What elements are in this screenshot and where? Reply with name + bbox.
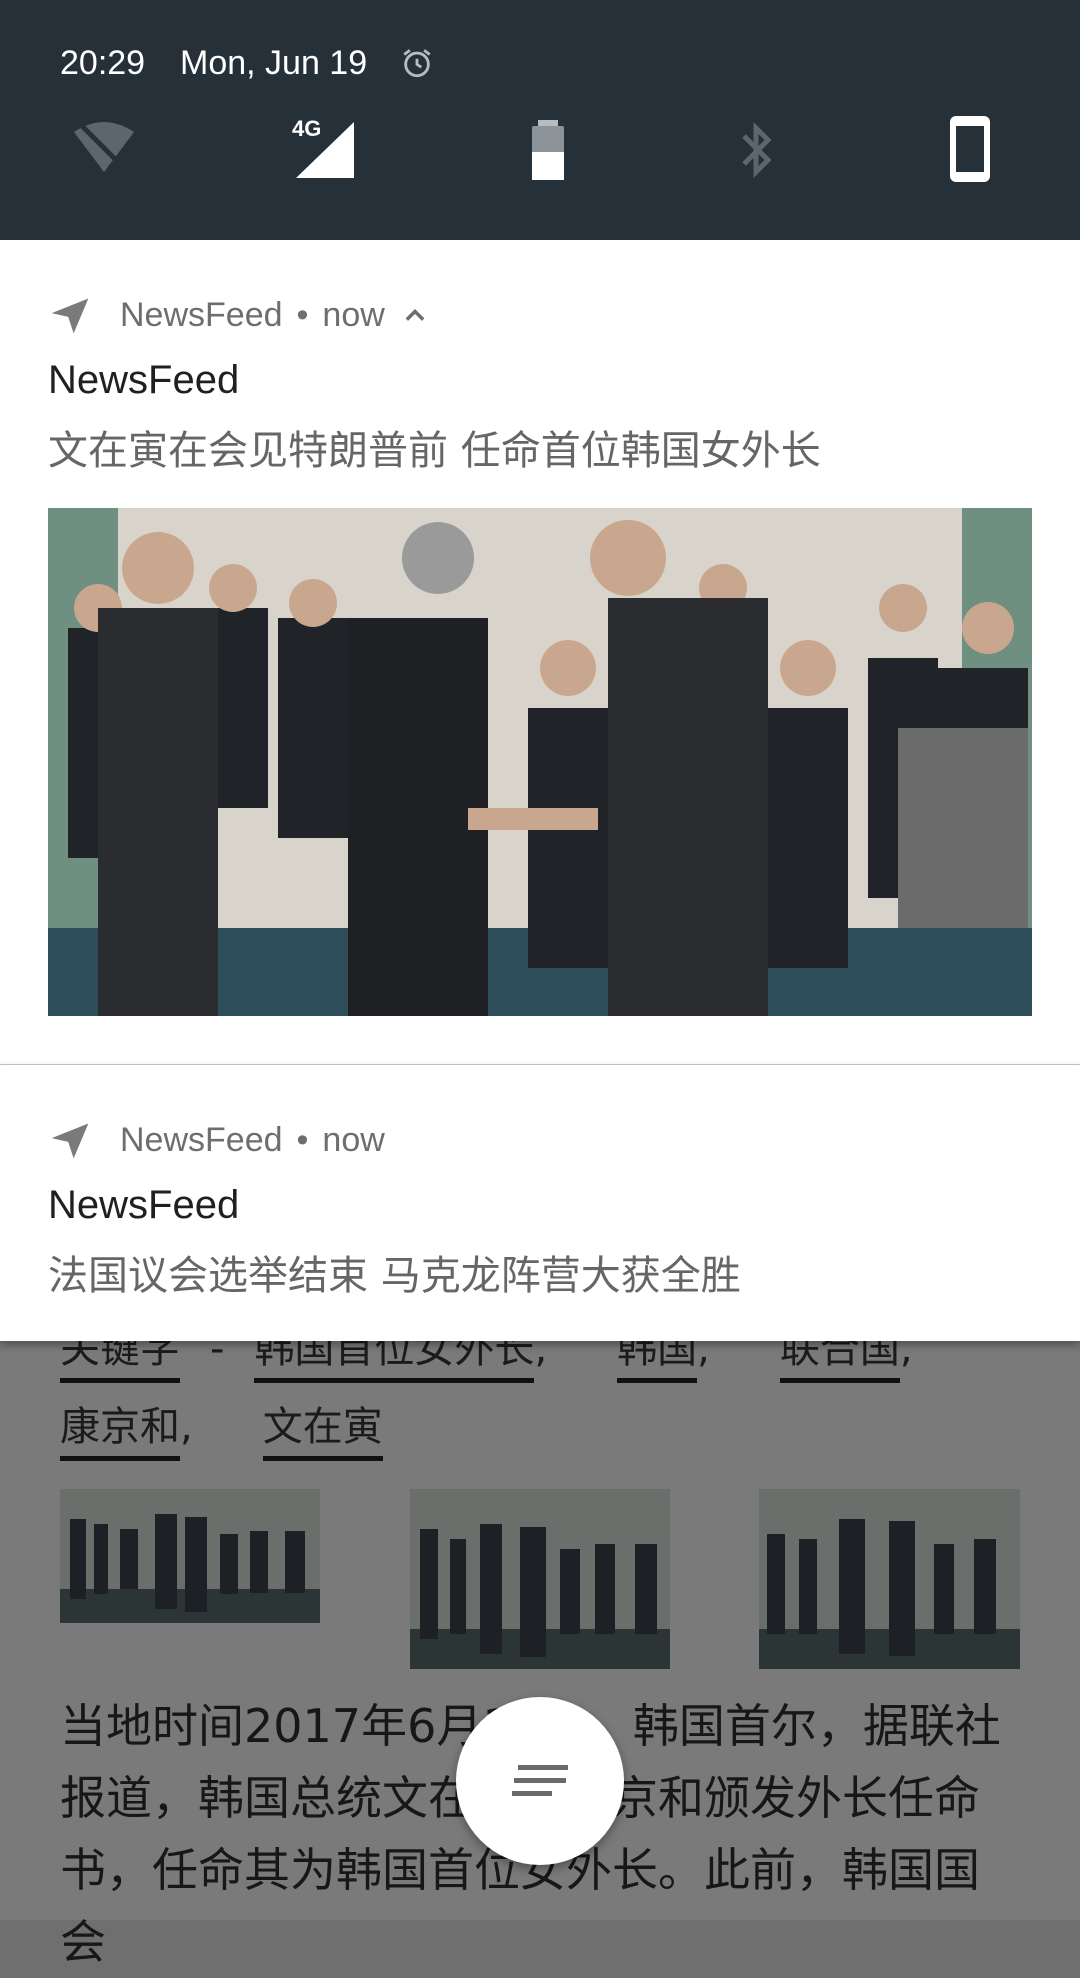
battery-icon[interactable] [516, 118, 580, 182]
notification-text: 法国议会选举结束 马克龙阵营大获全胜 [48, 1253, 741, 1299]
quick-settings-header: 20:29 Mon, Jun 19 4G [0, 0, 1080, 240]
clock: 20:29 [60, 44, 146, 82]
wifi-off-icon[interactable] [72, 118, 136, 182]
notification-app-name: NewsFeed [120, 1120, 283, 1159]
network-type-label: 4G [292, 116, 321, 141]
separator-dot: • [296, 1120, 309, 1159]
date[interactable]: Mon, Jun 19 [180, 44, 367, 83]
notification-picture [48, 508, 1032, 1016]
phone-rotate-icon[interactable] [940, 114, 1000, 184]
photo-placeholder [60, 1489, 320, 1623]
notification-time: now [322, 1120, 385, 1159]
notification-time: now [322, 295, 385, 334]
notification-header: NewsFeed • now [48, 1115, 385, 1165]
notification-text: 文在寅在会见特朗普前 任命首位韩国女外长 [48, 428, 821, 474]
keyword-row-2: 康京和, 文在寅 [60, 1394, 383, 1461]
article-thumbnail-2[interactable] [410, 1489, 670, 1669]
article-thumbnail-3[interactable] [759, 1489, 1020, 1669]
notification-card[interactable]: NewsFeed • now NewsFeed 文在寅在会见特朗普前 任命首位韩… [0, 240, 1080, 1065]
notification-app-name: NewsFeed [120, 295, 283, 334]
notification-title: NewsFeed [48, 1183, 240, 1227]
notification-title: NewsFeed [48, 358, 240, 402]
signal-4g-icon[interactable]: 4G [290, 114, 360, 184]
send-icon [51, 1123, 89, 1159]
keyword-tag[interactable]: 康京和 [60, 1394, 180, 1461]
notification-card[interactable]: NewsFeed • now NewsFeed 法国议会选举结束 马克龙阵营大获… [0, 1065, 1080, 1341]
bluetooth-off-icon[interactable] [724, 118, 788, 182]
notification-header: NewsFeed • now [48, 290, 429, 340]
keyword-tag[interactable]: 文在寅 [262, 1394, 383, 1461]
separator-dot: • [296, 295, 309, 334]
send-icon [51, 298, 89, 334]
news-photo [48, 508, 1032, 1016]
sort-fab-button[interactable] [456, 1697, 624, 1865]
article-thumbnail-1[interactable] [60, 1489, 320, 1623]
alarm-icon[interactable] [400, 46, 434, 80]
chevron-up-icon[interactable] [401, 301, 429, 329]
photo-placeholder [759, 1489, 1020, 1669]
sort-lines-icon [512, 1765, 568, 1796]
photo-placeholder [410, 1489, 670, 1669]
